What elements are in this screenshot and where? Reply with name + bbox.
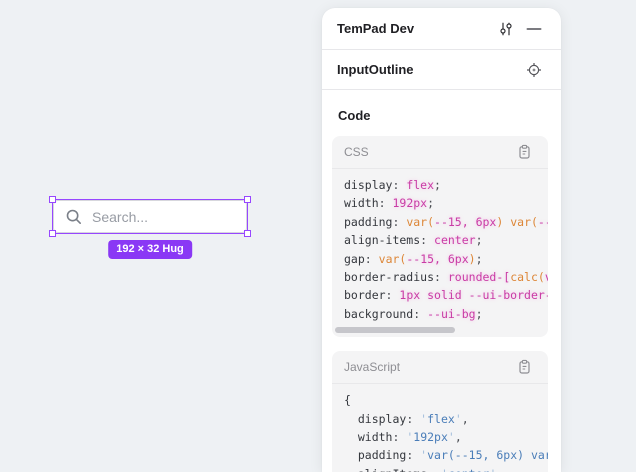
selection-handle-top-right[interactable] [244, 196, 251, 203]
selection-handle-bottom-left[interactable] [49, 230, 56, 237]
locate-crosshair-icon [526, 62, 542, 78]
settings-sliders-button[interactable] [494, 17, 518, 41]
selection-handle-top-left[interactable] [49, 196, 56, 203]
search-icon [65, 208, 83, 226]
panel-title: TemPad Dev [337, 21, 494, 36]
javascript-language-label: JavaScript [344, 360, 512, 374]
css-block-header: CSS [332, 136, 548, 169]
selection-handle-bottom-right[interactable] [244, 230, 251, 237]
code-section-label: Code [338, 108, 545, 123]
css-language-label: CSS [344, 145, 512, 159]
selected-component[interactable]: Search... 192 × 32 Hug [53, 200, 247, 233]
selected-node-row: InputOutline [322, 50, 561, 90]
sliders-icon [498, 21, 514, 37]
minimize-icon [526, 21, 542, 37]
javascript-code-text: { display: 'flex', width: '192px', paddi… [332, 384, 548, 472]
copy-css-button[interactable] [512, 140, 536, 164]
clipboard-copy-icon [517, 144, 532, 160]
clipboard-copy-icon [517, 359, 532, 375]
minimize-button[interactable] [522, 17, 546, 41]
css-horizontal-scrollbar[interactable] [335, 327, 455, 333]
javascript-code-block: JavaScript { display: 'flex', width: '19… [332, 351, 548, 472]
css-code-block: CSS display: flex;width: 192px;padding: … [332, 136, 548, 337]
tempad-dev-panel: TemPad Dev InputOutline [322, 8, 561, 472]
copy-javascript-button[interactable] [512, 355, 536, 379]
css-horizontal-scrollbar-track [332, 325, 548, 337]
size-badge: 192 × 32 Hug [108, 240, 192, 259]
selected-node-name: InputOutline [337, 62, 522, 77]
panel-header: TemPad Dev [322, 8, 561, 50]
search-input-component[interactable]: Search... [53, 200, 247, 233]
javascript-block-header: JavaScript [332, 351, 548, 384]
locate-node-button[interactable] [522, 58, 546, 82]
css-code-text: display: flex;width: 192px;padding: var(… [332, 169, 548, 325]
search-placeholder-text: Search... [92, 209, 148, 225]
